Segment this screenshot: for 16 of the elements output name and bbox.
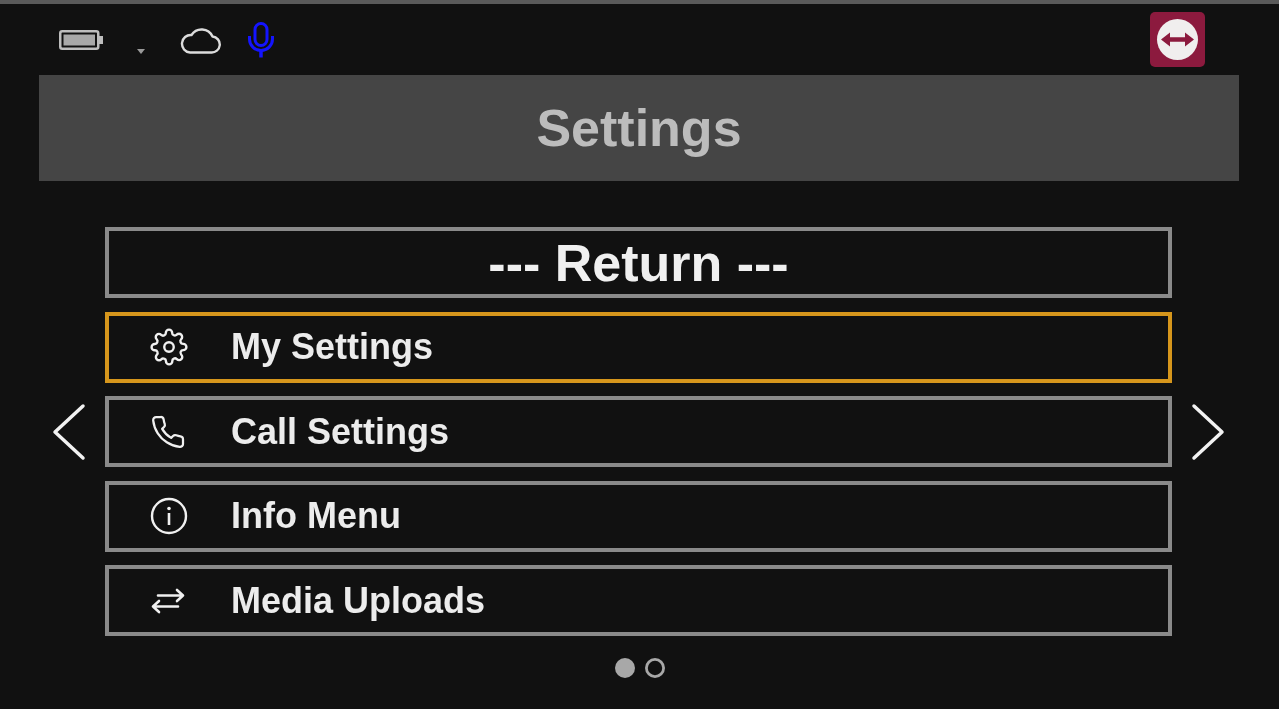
menu-item[interactable]: My Settings <box>105 311 1172 383</box>
chevron-right-icon[interactable] <box>1191 402 1225 461</box>
menu-item[interactable]: Call Settings <box>105 396 1172 467</box>
battery-icon <box>59 29 103 50</box>
microphone-icon <box>246 21 276 58</box>
gear-icon <box>150 328 188 366</box>
chevron-left-icon[interactable] <box>52 402 86 461</box>
swap-arrows-icon <box>150 587 186 614</box>
phone-icon <box>150 413 186 450</box>
return-button[interactable]: --- Return --- <box>105 227 1172 298</box>
cloud-icon <box>178 25 222 54</box>
info-icon <box>150 497 188 535</box>
double-arrow-logo-icon[interactable] <box>1150 12 1205 67</box>
menu-item[interactable]: Media Uploads <box>105 565 1172 636</box>
caret-icon <box>137 49 145 54</box>
menu-item[interactable]: Info Menu <box>105 480 1172 552</box>
